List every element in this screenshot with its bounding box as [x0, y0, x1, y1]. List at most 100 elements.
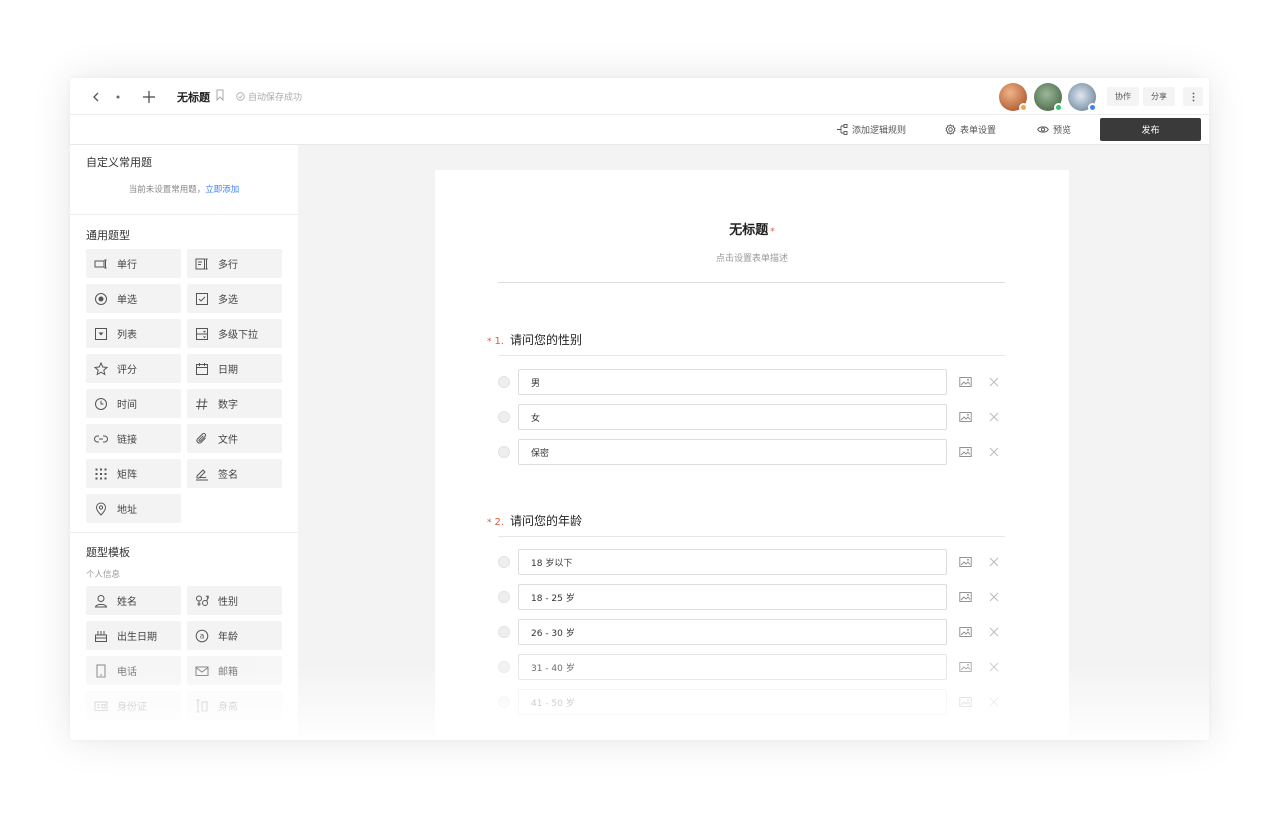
template-height[interactable]: 身高 [187, 691, 282, 720]
close-icon[interactable] [988, 626, 1000, 638]
template-birthday[interactable]: 出生日期 [86, 621, 181, 650]
height-icon [196, 699, 208, 712]
option-input[interactable]: 女 [518, 404, 947, 430]
required-mark: * [487, 518, 492, 528]
close-icon[interactable] [988, 696, 1000, 708]
back-icon[interactable] [88, 87, 104, 107]
close-icon[interactable] [988, 376, 1000, 388]
form-paper: 无标题 * 点击设置表单描述 * 1. 请问您的性别 男 女 保密 * 2. 请… [435, 170, 1069, 740]
preview-button[interactable]: 预览 [1037, 123, 1071, 136]
more-icon[interactable] [1183, 87, 1203, 106]
radio-icon[interactable] [498, 626, 510, 638]
type-rating[interactable]: 评分 [86, 354, 181, 383]
image-icon[interactable] [959, 556, 972, 568]
type-signature[interactable]: 签名 [187, 459, 282, 488]
image-icon[interactable] [959, 446, 972, 458]
add-custom-link[interactable]: 立即添加 [205, 185, 239, 195]
at-icon: a [195, 629, 209, 642]
question-title[interactable]: * 1. 请问您的性别 [487, 331, 582, 348]
option-input[interactable]: 41 - 50 岁 [518, 689, 947, 715]
form-title[interactable]: 无标题 * [435, 219, 1069, 238]
avatar[interactable] [1034, 83, 1063, 112]
avatar[interactable] [1068, 83, 1097, 112]
option-row: 保密 [498, 439, 1005, 465]
divider [498, 282, 1005, 283]
add-logic-button[interactable]: 添加逻辑规则 [837, 123, 906, 136]
form-description[interactable]: 点击设置表单描述 [435, 251, 1069, 264]
radio-icon[interactable] [498, 591, 510, 603]
image-icon[interactable] [959, 411, 972, 423]
form-settings-button[interactable]: 表单设置 [945, 123, 996, 136]
document-title[interactable]: 无标题 [177, 89, 210, 105]
plus-icon[interactable] [141, 87, 157, 107]
question-number: 1. [494, 336, 505, 347]
id-card-icon [94, 701, 108, 711]
question-title[interactable]: * 2. 请问您的年龄 [487, 512, 582, 529]
signature-icon [196, 468, 208, 480]
type-dropdown[interactable]: 列表 [86, 319, 181, 348]
avatar[interactable] [999, 83, 1028, 112]
collaborate-button[interactable]: 协作 [1107, 87, 1139, 106]
type-cascade[interactable]: 多级下拉 [187, 319, 282, 348]
radio-icon[interactable] [498, 376, 510, 388]
type-time[interactable]: 时间 [86, 389, 181, 418]
image-icon[interactable] [959, 376, 972, 388]
close-icon[interactable] [988, 556, 1000, 568]
option-input[interactable]: 26 - 30 岁 [518, 619, 947, 645]
radio-icon[interactable] [498, 411, 510, 423]
question-type-sidebar: 自定义常用题 当前未设置常用题，立即添加 通用题型 单行 多行 单选 多选 列表 [70, 145, 298, 740]
custom-section-title: 自定义常用题 [86, 156, 152, 169]
radio-icon[interactable] [498, 696, 510, 708]
share-button[interactable]: 分享 [1143, 87, 1175, 106]
type-radio[interactable]: 单选 [86, 284, 181, 313]
type-number[interactable]: 数字 [187, 389, 282, 418]
radio-icon[interactable] [498, 661, 510, 673]
eye-icon [1037, 126, 1049, 133]
template-age[interactable]: a 年龄 [187, 621, 282, 650]
publish-button[interactable]: 发布 [1100, 118, 1201, 141]
type-address[interactable]: 地址 [86, 494, 181, 523]
type-label: 单行 [117, 260, 137, 271]
location-icon [95, 502, 107, 516]
form-toolbar: 添加逻辑规则 表单设置 预览 发布 [70, 115, 1209, 145]
logic-icon [837, 124, 848, 135]
option-row: 41 - 50 岁 [498, 689, 1005, 715]
type-matrix[interactable]: 矩阵 [86, 459, 181, 488]
option-input[interactable]: 31 - 40 岁 [518, 654, 947, 680]
grid-icon [95, 468, 107, 479]
option-input[interactable]: 18 岁以下 [518, 549, 947, 575]
radio-icon[interactable] [498, 446, 510, 458]
template-gender[interactable]: 性别 [187, 586, 282, 615]
question-text: 请问您的性别 [510, 333, 583, 347]
image-icon[interactable] [959, 661, 972, 673]
image-icon[interactable] [959, 696, 972, 708]
close-icon[interactable] [988, 446, 1000, 458]
type-date[interactable]: 日期 [187, 354, 282, 383]
radio-icon[interactable] [498, 556, 510, 568]
type-file[interactable]: 文件 [187, 424, 282, 453]
option-input[interactable]: 男 [518, 369, 947, 395]
template-phone[interactable]: 电话 [86, 656, 181, 685]
template-name[interactable]: 姓名 [86, 586, 181, 615]
option-input[interactable]: 18 - 25 岁 [518, 584, 947, 610]
type-label: 矩阵 [117, 470, 137, 481]
image-icon[interactable] [959, 626, 972, 638]
option-input[interactable]: 保密 [518, 439, 947, 465]
type-link[interactable]: 链接 [86, 424, 181, 453]
image-icon[interactable] [959, 591, 972, 603]
birthday-icon [95, 630, 107, 642]
status-dot [1019, 103, 1028, 112]
type-label: 姓名 [117, 597, 137, 608]
close-icon[interactable] [988, 411, 1000, 423]
close-icon[interactable] [988, 591, 1000, 603]
dropdown-dot-icon[interactable] [112, 87, 124, 107]
bookmark-icon[interactable] [216, 89, 224, 101]
custom-hint-text: 当前未设置常用题， [128, 185, 206, 195]
template-email[interactable]: 邮箱 [187, 656, 282, 685]
close-icon[interactable] [988, 661, 1000, 673]
type-multi-line[interactable]: 多行 [187, 249, 282, 278]
template-id-card[interactable]: 身份证 [86, 691, 181, 720]
type-checkbox[interactable]: 多选 [187, 284, 282, 313]
type-single-line[interactable]: 单行 [86, 249, 181, 278]
status-dot [1054, 103, 1063, 112]
